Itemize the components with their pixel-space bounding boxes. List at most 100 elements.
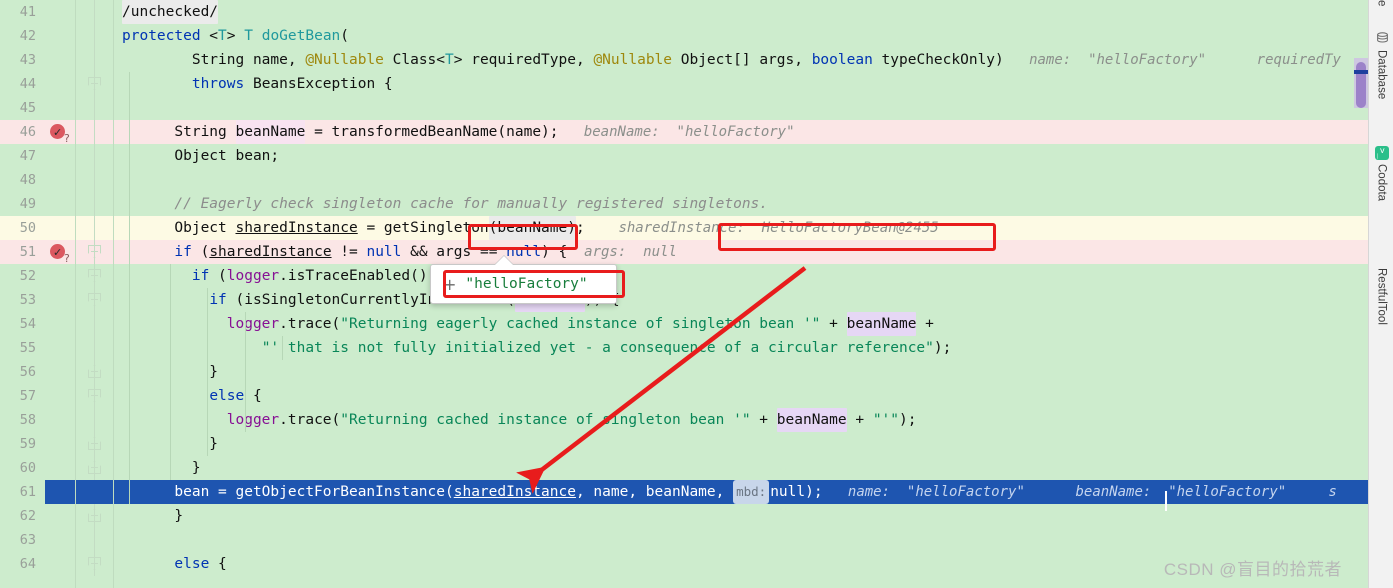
fold-slot[interactable] [75, 312, 115, 336]
fold-slot[interactable] [75, 96, 115, 120]
breakpoint-slot[interactable]: ? [45, 120, 75, 145]
fold-marker-icon[interactable] [88, 389, 101, 402]
fold-marker-icon[interactable] [88, 269, 101, 282]
fold-slot[interactable] [75, 480, 115, 504]
code-line[interactable]: 58 logger .trace("Returning cached instan… [0, 408, 1368, 432]
line-number: 50 [19, 220, 36, 236]
fold-slot[interactable] [75, 216, 115, 240]
gutter-icon-slot[interactable] [45, 264, 75, 288]
fold-slot[interactable] [75, 0, 115, 24]
fold-marker-icon[interactable] [88, 461, 101, 474]
code-line[interactable]: 57 else { [0, 384, 1368, 408]
code-line[interactable]: 49 // Eagerly check singleton cache for … [0, 192, 1368, 216]
fold-slot[interactable] [75, 552, 115, 576]
code-line[interactable]: 55 "' that is not fully initialized yet … [0, 336, 1368, 360]
gutter-icon-slot[interactable] [45, 144, 75, 168]
gutter-icon-slot[interactable] [45, 432, 75, 456]
gutter-icon-slot[interactable] [45, 168, 75, 192]
gutter-icon-slot[interactable] [45, 96, 75, 120]
scrollbar-marker[interactable] [1354, 70, 1368, 74]
fold-slot[interactable] [75, 24, 115, 48]
fold-slot[interactable] [75, 408, 115, 432]
gutter-icon-slot[interactable] [45, 408, 75, 432]
fold-slot[interactable] [75, 144, 115, 168]
fold-slot[interactable] [75, 48, 115, 72]
gutter-icon-slot[interactable] [45, 552, 75, 576]
gutter-icon-slot[interactable] [45, 288, 75, 312]
line-number: 63 [19, 532, 36, 548]
gutter-icon-slot[interactable] [45, 216, 75, 240]
gutter-icon-slot[interactable] [45, 528, 75, 552]
code-line[interactable]: 41 /unchecked/ [0, 0, 1368, 24]
code-line[interactable]: 52 if (logger .isTraceEnabled()) { [0, 264, 1368, 288]
gutter-icon-slot[interactable] [45, 360, 75, 384]
fold-slot[interactable] [75, 360, 115, 384]
breakpoint-icon[interactable] [50, 241, 65, 265]
code-text: } [122, 460, 201, 476]
gutter-icon-slot[interactable] [45, 0, 75, 24]
code-line[interactable]: 63 [0, 528, 1368, 552]
code-line[interactable]: 50 Object sharedInstance = getSingleton(… [0, 216, 1368, 240]
expand-icon[interactable]: + [443, 275, 456, 294]
code-line[interactable]: 43 String name, @Nullable Class< T > requi… [0, 48, 1368, 72]
fold-marker-icon[interactable] [88, 245, 101, 258]
tool-tab-clipped[interactable]: e [1369, 0, 1393, 20]
gutter-icon-slot[interactable] [45, 192, 75, 216]
fold-slot[interactable] [75, 192, 115, 216]
fold-marker-icon[interactable] [88, 509, 101, 522]
code-line[interactable]: 54 logger .trace("Returning eagerly cache… [0, 312, 1368, 336]
fold-slot[interactable] [75, 456, 115, 480]
code-line[interactable]: 46 ? String beanName = transformedBeanNa… [0, 120, 1368, 145]
gutter-icon-slot[interactable] [45, 72, 75, 96]
line-number: 51 [19, 244, 36, 260]
fold-marker-icon[interactable] [88, 437, 101, 450]
gutter-icon-slot[interactable] [45, 312, 75, 336]
tool-tab-database[interactable]: Database [1369, 28, 1393, 124]
fold-marker-icon[interactable] [88, 77, 101, 90]
fold-marker-icon[interactable] [88, 557, 101, 570]
fold-slot[interactable] [75, 168, 115, 192]
code-line[interactable]: 44 throws BeansException { [0, 72, 1368, 96]
code-line[interactable]: 53 if (isSingletonCurrentlyInCreation(be… [0, 288, 1368, 312]
fold-slot[interactable] [75, 384, 115, 408]
code-editor[interactable]: 41 /unchecked/ 42 protected < T > T doGetB… [0, 0, 1368, 588]
code-line[interactable]: 45 [0, 96, 1368, 120]
fold-slot[interactable] [75, 504, 115, 528]
fold-marker-icon[interactable] [88, 365, 101, 378]
gutter-icon-slot[interactable] [45, 48, 75, 72]
fold-slot[interactable] [75, 336, 115, 360]
editor-scrollbar[interactable] [1354, 0, 1368, 588]
code-line[interactable]: 42 protected < T > T doGetBean( [0, 24, 1368, 48]
gutter-icon-slot[interactable] [45, 24, 75, 48]
code-line[interactable]: 47 Object bean; [0, 144, 1368, 168]
code-line[interactable]: 56 } [0, 360, 1368, 384]
code-line[interactable]: 62 } [0, 504, 1368, 528]
popup-value: "helloFactory" [465, 276, 588, 292]
gutter-icon-slot[interactable] [45, 456, 75, 480]
fold-slot[interactable] [75, 240, 115, 264]
code-line[interactable]: 51 ? if (sharedInstance != null && args … [0, 240, 1368, 265]
tool-tab-codota[interactable]: >_ Codota [1369, 142, 1393, 228]
scrollbar-thumb[interactable] [1356, 62, 1366, 108]
fold-slot[interactable] [75, 288, 115, 312]
breakpoint-icon[interactable] [50, 121, 65, 145]
line-number: 52 [19, 268, 36, 284]
gutter-icon-slot[interactable] [45, 480, 75, 504]
gutter-icon-slot[interactable] [45, 504, 75, 528]
fold-slot[interactable] [75, 72, 115, 96]
tool-tab-restfultool[interactable]: RestfulTool [1369, 246, 1393, 362]
code-line[interactable]: 64 else { [0, 552, 1368, 576]
gutter-icon-slot[interactable] [45, 336, 75, 360]
fold-marker-icon[interactable] [88, 293, 101, 306]
debug-value-popup[interactable]: + "helloFactory" [430, 264, 617, 304]
code-line-selected[interactable]: 61 bean = getObjectForBeanInstance(share… [0, 480, 1368, 504]
code-line[interactable]: 59 } [0, 432, 1368, 456]
fold-slot[interactable] [75, 528, 115, 552]
breakpoint-slot[interactable]: ? [45, 240, 75, 265]
gutter-icon-slot[interactable] [45, 384, 75, 408]
code-line[interactable]: 48 [0, 168, 1368, 192]
fold-slot[interactable] [75, 120, 115, 144]
code-line[interactable]: 60 } [0, 456, 1368, 480]
fold-slot[interactable] [75, 264, 115, 288]
fold-slot[interactable] [75, 432, 115, 456]
